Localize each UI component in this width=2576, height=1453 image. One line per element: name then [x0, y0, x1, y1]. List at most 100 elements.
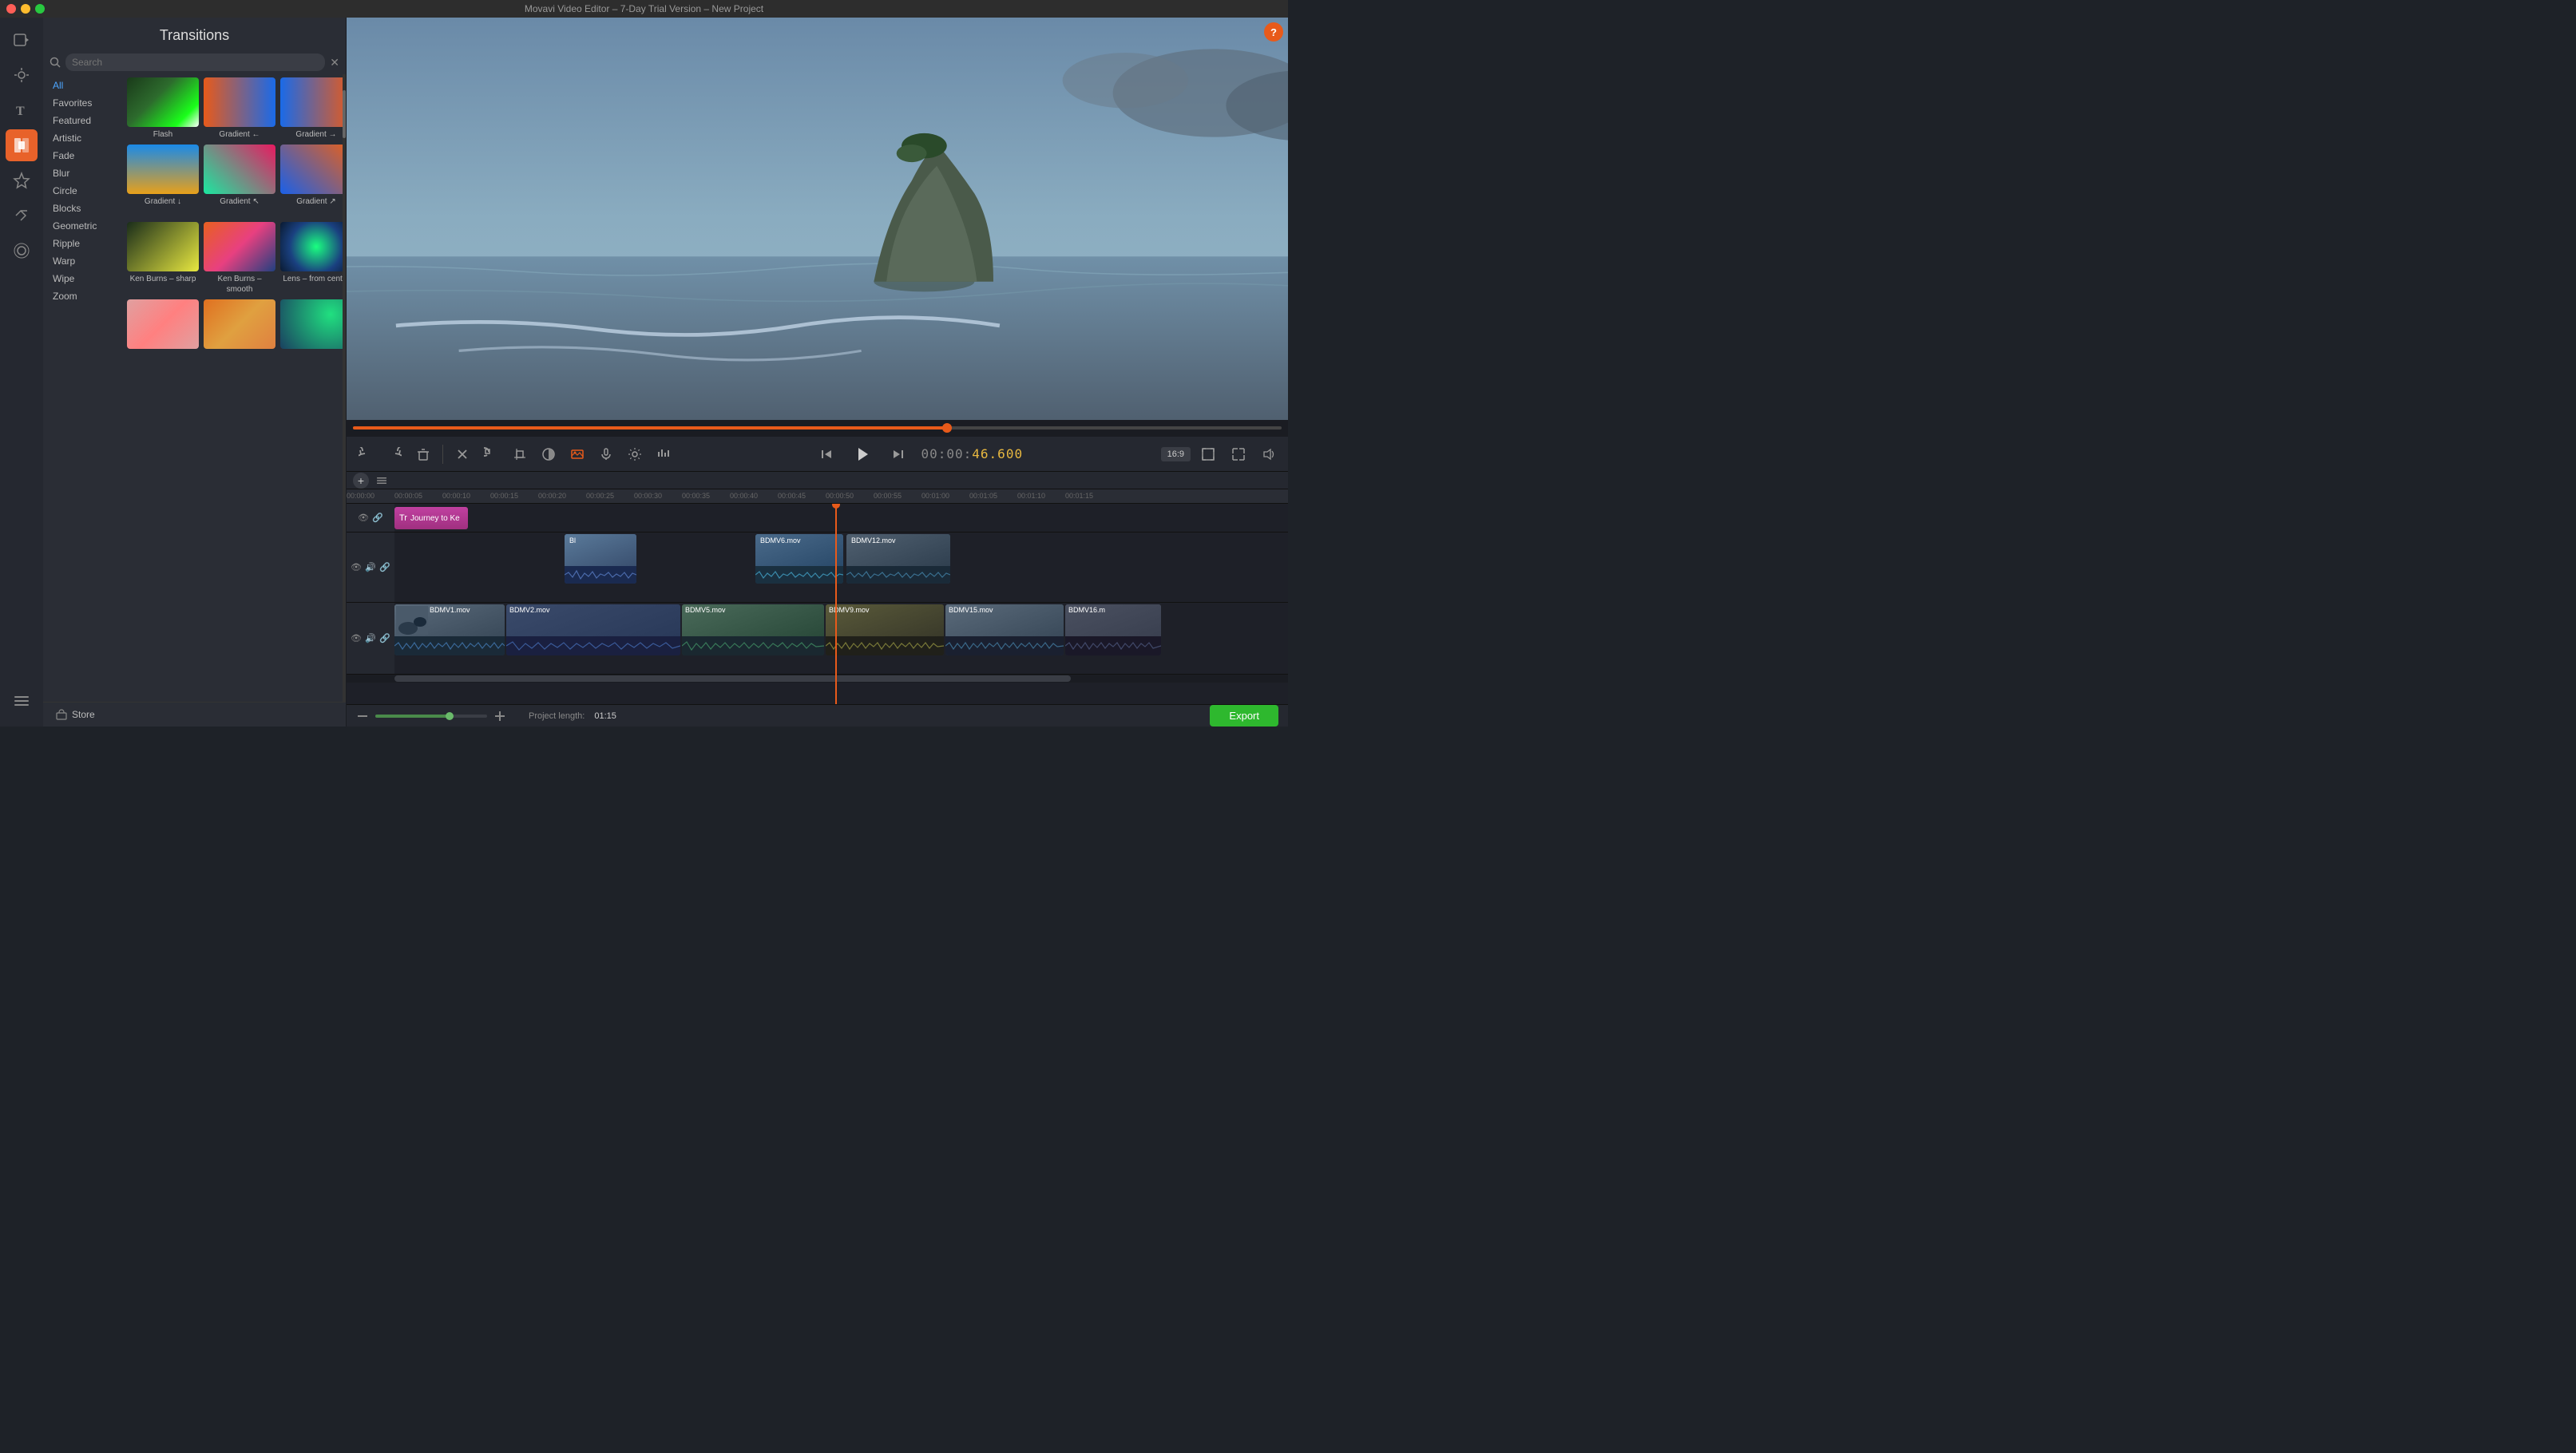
category-item-fade[interactable]: Fade — [50, 148, 121, 164]
sidebar-icon-settings[interactable] — [6, 685, 38, 717]
minimize-button[interactable] — [21, 4, 30, 14]
transition-item-12[interactable] — [127, 299, 199, 351]
clip-bdmv2[interactable]: BDMV2.mov — [506, 604, 680, 655]
skip-forward-button[interactable] — [886, 441, 911, 467]
export-button[interactable]: Export — [1210, 705, 1278, 726]
category-item-all[interactable]: All — [50, 77, 121, 93]
category-item-geometric[interactable]: Geometric — [50, 218, 121, 234]
store-button[interactable]: Store — [43, 702, 346, 726]
search-clear-button[interactable]: ✕ — [330, 56, 339, 69]
category-item-ripple[interactable]: Ripple — [50, 236, 121, 251]
fullscreen-button[interactable] — [1195, 441, 1221, 467]
track-visibility-upper[interactable]: 👁 — [351, 562, 362, 573]
category-item-favorites[interactable]: Favorites — [50, 95, 121, 111]
clip-bdmv12[interactable]: BDMV12.mov — [846, 534, 950, 584]
category-item-blocks[interactable]: Blocks — [50, 200, 121, 216]
add-track-button[interactable]: + — [353, 473, 369, 489]
title-clip[interactable]: Tr Journey to Ke — [394, 507, 468, 529]
store-icon — [56, 709, 67, 720]
transition-item-0[interactable]: Flash — [127, 77, 199, 140]
clip-bdmv5[interactable]: BDMV5.mov — [682, 604, 824, 655]
crop-button[interactable] — [507, 441, 533, 467]
clip-bdmv2-label: BDMV2.mov — [509, 606, 550, 614]
transition-label-4: Gradient ↓ — [145, 196, 181, 207]
category-item-zoom[interactable]: Zoom — [50, 288, 121, 304]
image-button[interactable] — [565, 441, 590, 467]
category-item-featured[interactable]: Featured — [50, 113, 121, 129]
transition-item-6[interactable]: Gradient ↗ — [280, 145, 346, 217]
help-button[interactable]: ? — [1264, 22, 1283, 42]
progress-track[interactable] — [353, 426, 1282, 430]
transition-item-4[interactable]: Gradient ↓ — [127, 145, 199, 217]
transition-item-9[interactable]: Ken Burns – smooth — [204, 222, 275, 295]
scale-thumb[interactable] — [446, 712, 454, 720]
transition-item-5[interactable]: Gradient ↖ — [204, 145, 275, 217]
expand-button[interactable] — [1226, 441, 1251, 467]
aspect-ratio-button[interactable]: 16:9 — [1161, 447, 1191, 461]
track-visibility-main[interactable]: 👁 — [351, 633, 362, 644]
maximize-button[interactable] — [35, 4, 45, 14]
close-button[interactable] — [6, 4, 16, 14]
volume-button[interactable] — [1256, 441, 1282, 467]
equalizer-button[interactable] — [651, 441, 676, 467]
category-item-artistic[interactable]: Artistic — [50, 130, 121, 146]
transition-label-9: Ken Burns – smooth — [204, 274, 275, 295]
track-lock-title[interactable]: 🔗 — [372, 513, 383, 524]
clip-bdmv9[interactable]: BDMV9.mov — [826, 604, 944, 655]
transition-item-10[interactable]: Lens – from center — [280, 222, 346, 295]
category-item-wipe[interactable]: Wipe — [50, 271, 121, 287]
clip-bdmv15[interactable]: BDMV15.mov — [945, 604, 1064, 655]
rotate-button[interactable] — [478, 441, 504, 467]
transition-label-6: Gradient ↗ — [296, 196, 336, 207]
category-item-warp[interactable]: Warp — [50, 253, 121, 269]
delete-button[interactable] — [410, 441, 436, 467]
scale-track[interactable] — [375, 715, 487, 718]
transition-item-1[interactable]: Gradient ← — [204, 77, 275, 140]
clip-bdmv16[interactable]: BDMV16.m — [1065, 604, 1161, 655]
clip-bdmv6[interactable]: BDMV6.mov — [755, 534, 843, 584]
sidebar-icon-filters[interactable] — [6, 164, 38, 196]
clip-bl-label: Bl — [566, 536, 579, 545]
color-button[interactable] — [536, 441, 561, 467]
category-item-circle[interactable]: Circle — [50, 183, 121, 199]
sidebar-icon-audio[interactable] — [6, 235, 38, 267]
cut-button[interactable] — [450, 441, 475, 467]
transition-label-2: Gradient → — [295, 129, 336, 140]
clip-bdmv1[interactable]: BDMV1.mov — [394, 604, 505, 655]
skip-back-button[interactable] — [814, 441, 839, 467]
ruler-time-10: 00:00:50 — [826, 492, 854, 500]
search-input[interactable] — [65, 53, 325, 71]
track-visibility-title[interactable]: 👁 — [358, 513, 369, 524]
sidebar-icon-effects[interactable] — [6, 59, 38, 91]
sidebar-icon-text[interactable]: T — [6, 94, 38, 126]
sidebar-icon-transitions[interactable] — [6, 129, 38, 161]
window-controls[interactable] — [6, 4, 45, 14]
transition-item-13[interactable] — [204, 299, 275, 351]
transition-item-14[interactable] — [280, 299, 346, 351]
transition-item-2[interactable]: Gradient → — [280, 77, 346, 140]
sidebar-icon-video[interactable] — [6, 24, 38, 56]
sidebar: T — [0, 18, 43, 726]
ruler-time-4: 00:00:20 — [538, 492, 566, 500]
track-lock-main[interactable]: 🔗 — [379, 633, 390, 644]
progress-thumb[interactable] — [942, 423, 952, 433]
ruler-time-14: 00:01:10 — [1017, 492, 1045, 500]
voice-button[interactable] — [593, 441, 619, 467]
undo-button[interactable] — [353, 441, 378, 467]
time-prefix: 00:00: — [921, 446, 972, 461]
transition-item-8[interactable]: Ken Burns – sharp — [127, 222, 199, 295]
track-controls-main: 👁 🔊 🔗 — [347, 603, 394, 674]
track-mute-main[interactable]: 🔊 — [365, 633, 376, 644]
clip-bdmv9-label: BDMV9.mov — [829, 606, 870, 614]
track-mute-upper[interactable]: 🔊 — [365, 562, 376, 573]
redo-button[interactable] — [382, 441, 407, 467]
clip-bdmv5-label: BDMV5.mov — [685, 606, 726, 614]
track-lock-upper[interactable]: 🔗 — [379, 562, 390, 573]
sidebar-icon-motion[interactable] — [6, 200, 38, 232]
play-button[interactable] — [849, 441, 876, 468]
settings-gear-button[interactable] — [622, 441, 648, 467]
clip-bl[interactable]: Bl — [565, 534, 636, 584]
timeline-bottom: Project length: 01:15 Export — [347, 704, 1288, 726]
category-item-blur[interactable]: Blur — [50, 165, 121, 181]
track-content-main: BDMV1.mov BDMV2.mov — [394, 603, 1288, 675]
